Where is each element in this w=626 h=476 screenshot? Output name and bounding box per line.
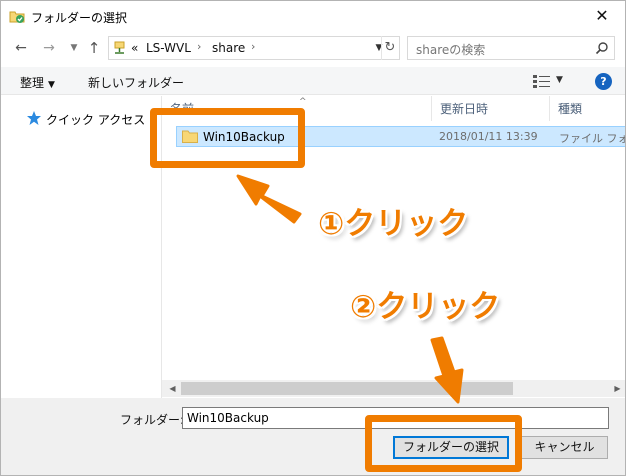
search-box[interactable]: shareの検索 [407,36,615,60]
command-toolbar: 整理 ▼ 新しいフォルダー ▼ ? [1,67,625,95]
folder-check-icon [9,11,25,23]
forward-button[interactable]: → [40,38,58,58]
chevron-down-icon[interactable]: ▼ [556,75,563,85]
network-drive-icon [114,41,125,54]
annotation-step2-label: ②クリック [350,289,501,325]
window-title: フォルダーの選択 [31,11,128,25]
title-bar: フォルダーの選択 ✕ [1,1,625,32]
file-date: 2018/01/11 13:39 [439,130,538,143]
search-placeholder: shareの検索 [416,43,486,57]
breadcrumb-share[interactable]: share [212,41,245,55]
arrow-right-icon: → [43,40,55,56]
column-header-date[interactable]: 更新日時 [432,96,550,121]
refresh-icon: ↻ [384,40,396,55]
dialog-footer: フォルダー: Win10Backup フォルダーの選択 キャンセル [1,398,625,475]
new-folder-button[interactable]: 新しいフォルダー [88,74,184,91]
refresh-button[interactable]: ↻ [381,36,398,60]
star-icon [27,111,41,125]
search-icon [595,42,608,55]
breadcrumb-separator[interactable]: › [251,40,255,53]
annotation-highlight-select-button [365,415,522,472]
back-button[interactable]: ← [12,38,30,58]
annotation-step1-label: ①クリック [318,206,469,242]
help-button[interactable]: ? [595,73,612,90]
cancel-button[interactable]: キャンセル [521,436,608,459]
up-button[interactable]: ↑ [85,38,103,58]
close-icon: ✕ [595,6,609,25]
organize-button[interactable]: 整理 ▼ [20,74,55,91]
file-type: ファイル フォルダー [559,132,625,145]
quick-access-label: クイック アクセス [46,113,146,127]
close-button[interactable]: ✕ [579,1,625,31]
column-header-type[interactable]: 種類 [550,96,625,121]
scroll-right-icon[interactable]: ▶ [609,380,625,397]
arrow-up-icon: ↑ [87,39,101,57]
organize-label: 整理 [20,76,45,90]
scroll-left-icon[interactable]: ◀ [164,380,181,397]
recent-locations-button[interactable]: ▼ [65,38,83,58]
breadcrumb-ls-wvl[interactable]: LS-WVL [146,41,191,55]
breadcrumb-separator[interactable]: › [197,40,201,53]
view-options-icon[interactable] [531,73,553,89]
chevron-down-icon: ▼ [48,80,55,90]
address-bar[interactable]: « LS-WVL › share › ▼ [108,36,400,60]
navigation-bar: ← → ▼ ↑ « LS-WVL › share › ▼ ↻ shareの検索 [1,32,625,64]
chevron-down-icon: ▼ [70,43,78,53]
horizontal-scrollbar[interactable]: ◀ ▶ [162,380,625,397]
folder-select-dialog: フォルダーの選択 ✕ ← → ▼ ↑ « LS-WVL › share › ▼ … [0,0,626,476]
annotation-highlight-folder [150,108,305,168]
folder-label: フォルダー: [120,413,185,427]
navigation-pane: クイック アクセス [1,96,161,398]
arrow-left-icon: ← [15,40,27,56]
breadcrumb-overflow[interactable]: « [131,41,138,55]
scrollbar-thumb[interactable] [181,382,513,395]
